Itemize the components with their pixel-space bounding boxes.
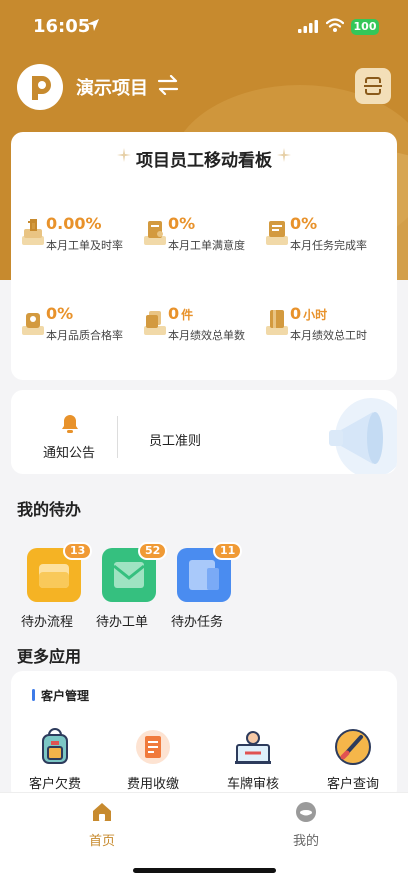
todo-badge: 11 <box>213 542 243 560</box>
home-indicator <box>133 868 276 873</box>
stat-item[interactable]: 0 小时 本月绩效总工时 <box>264 304 386 348</box>
location-arrow-icon <box>87 19 99 31</box>
notice-card: 通知公告 员工准则 <box>11 390 397 474</box>
todo-label: 待办任务 <box>171 615 224 630</box>
apps-card: 客户管理 客户欠费 费用收缴 车牌审核 客户查询 <box>11 671 397 801</box>
tab-mine[interactable]: 我的 <box>276 801 336 851</box>
project-name[interactable]: 演示项目 <box>76 74 148 100</box>
todo-task[interactable]: 11 待办任务 <box>171 542 243 630</box>
stat-item[interactable]: 0.00% 本月工单及时率 <box>20 214 142 258</box>
paint-brush-icon <box>335 729 371 765</box>
quality-icon <box>22 313 44 335</box>
status-bar: 16:05 100 <box>0 0 408 54</box>
todo-badge: 13 <box>63 542 93 560</box>
stat-value: 0.00% <box>46 214 102 233</box>
group-accent-bar <box>32 689 35 701</box>
bell-icon <box>62 415 78 433</box>
status-time: 16:05 <box>33 16 91 37</box>
performance-orders-icon <box>144 311 166 335</box>
satisfaction-icon <box>144 221 166 245</box>
wifi-icon <box>326 18 344 32</box>
sparkle-icon <box>277 148 291 162</box>
stat-label: 本月任务完成率 <box>290 239 367 252</box>
battery-icon: 100 <box>351 19 379 35</box>
tab-home[interactable]: 首页 <box>72 801 132 851</box>
app-logo[interactable] <box>17 64 63 110</box>
license-review-icon <box>235 731 271 764</box>
stat-value: 0件 <box>168 304 194 323</box>
todo-label: 待办流程 <box>21 615 74 630</box>
stat-item[interactable]: 0% 本月工单满意度 <box>142 214 264 258</box>
stat-value: 0% <box>290 214 318 233</box>
tab-label: 首页 <box>88 834 115 849</box>
stat-item[interactable]: 0% 本月任务完成率 <box>264 214 386 258</box>
stat-label: 本月工单满意度 <box>168 239 245 252</box>
user-icon <box>296 802 316 822</box>
stat-value: 0% <box>168 214 196 233</box>
group-title: 客户管理 <box>41 689 90 703</box>
divider <box>117 416 118 458</box>
app-fee-collection[interactable]: 费用收缴 <box>111 727 191 793</box>
app-plate-review[interactable]: 车牌审核 <box>211 727 291 793</box>
performance-hours-icon <box>266 310 288 335</box>
todo-section-title: 我的待办 <box>17 500 82 519</box>
dashboard-card: 项目员工移动看板 0.00% 本月工单及时率 0% 本月工单满意度 0% 本月任… <box>11 132 397 380</box>
stat-item[interactable]: 0% 本月品质合格率 <box>20 304 142 348</box>
bill-icon <box>136 730 170 764</box>
employee-rules-link[interactable]: 员工准则 <box>149 430 201 449</box>
backpack-icon <box>42 728 68 764</box>
app-label: 客户欠费 <box>28 777 81 792</box>
stat-label: 本月品质合格率 <box>46 329 123 342</box>
scan-button[interactable] <box>355 68 391 104</box>
app-label: 客户查询 <box>326 777 379 792</box>
megaphone-icon <box>329 398 397 474</box>
app-header: 演示项目 <box>0 60 408 112</box>
tab-label: 我的 <box>292 834 319 849</box>
more-apps-title: 更多应用 <box>17 647 82 666</box>
task-completion-icon <box>266 221 288 245</box>
app-customer-arrears[interactable]: 客户欠费 <box>13 727 93 793</box>
todo-badge: 52 <box>138 542 168 560</box>
app-customer-query[interactable]: 客户查询 <box>311 727 391 793</box>
stat-value: 0 小时 <box>290 304 328 323</box>
stat-label: 本月绩效总单数 <box>168 329 245 342</box>
stat-label: 本月工单及时率 <box>46 239 123 252</box>
timeliness-icon <box>22 219 44 245</box>
stat-label: 本月绩效总工时 <box>290 329 367 342</box>
stat-item[interactable]: 0件 本月绩效总单数 <box>142 304 264 348</box>
todo-label: 待办工单 <box>96 615 149 630</box>
signal-icon <box>298 20 318 33</box>
app-label: 费用收缴 <box>126 777 179 792</box>
scan-icon <box>364 77 382 95</box>
swap-icon[interactable] <box>157 75 179 95</box>
home-icon <box>93 803 111 821</box>
app-label: 车牌审核 <box>226 777 279 792</box>
todo-process[interactable]: 13 待办流程 <box>21 542 93 630</box>
stat-value: 0% <box>46 304 74 323</box>
todo-workorder[interactable]: 52 待办工单 <box>96 542 168 630</box>
dashboard-title: 项目员工移动看板 <box>136 151 272 171</box>
announcement-link[interactable]: 通知公告 <box>43 442 95 461</box>
